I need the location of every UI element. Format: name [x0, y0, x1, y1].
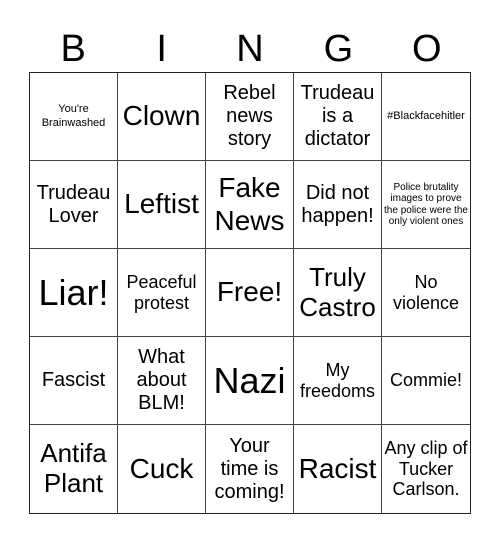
bingo-cell[interactable]: Rebel news story [206, 73, 294, 161]
bingo-cell[interactable]: My freedoms [294, 337, 382, 425]
header-letter-b: B [60, 28, 86, 70]
bingo-cell[interactable]: Peaceful protest [118, 249, 206, 337]
bingo-cell[interactable]: Did not happen! [294, 161, 382, 249]
bingo-cell[interactable]: Antifa Plant [30, 425, 118, 513]
bingo-cell[interactable]: Any clip of Tucker Carlson. [382, 425, 470, 513]
header-letter-g: G [323, 28, 354, 70]
bingo-cell[interactable]: What about BLM! [118, 337, 206, 425]
bingo-header: B I N G O [29, 26, 471, 72]
bingo-cell[interactable]: No violence [382, 249, 470, 337]
bingo-cell[interactable]: Nazi [206, 337, 294, 425]
bingo-cell[interactable]: Truly Castro [294, 249, 382, 337]
header-letter-o: O [412, 28, 442, 70]
bingo-cell[interactable]: Police brutality images to prove the pol… [382, 161, 470, 249]
bingo-cell[interactable]: Fake News [206, 161, 294, 249]
bingo-board: You're Brainwashed Clown Rebel news stor… [29, 72, 471, 514]
bingo-cell[interactable]: Trudeau is a dictator [294, 73, 382, 161]
bingo-cell[interactable]: Fascist [30, 337, 118, 425]
bingo-cell[interactable]: Leftist [118, 161, 206, 249]
header-letter-n: N [236, 28, 264, 70]
bingo-cell[interactable]: Your time is coming! [206, 425, 294, 513]
header-letter-i: I [156, 28, 167, 70]
bingo-cell[interactable]: Liar! [30, 249, 118, 337]
bingo-cell[interactable]: #Blackfacehitler [382, 73, 470, 161]
bingo-cell[interactable]: Clown [118, 73, 206, 161]
free-space[interactable]: Free! [206, 249, 294, 337]
bingo-cell[interactable]: Cuck [118, 425, 206, 513]
bingo-cell[interactable]: You're Brainwashed [30, 73, 118, 161]
bingo-cell[interactable]: Commie! [382, 337, 470, 425]
bingo-cell[interactable]: Trudeau Lover [30, 161, 118, 249]
bingo-cell[interactable]: Racist [294, 425, 382, 513]
